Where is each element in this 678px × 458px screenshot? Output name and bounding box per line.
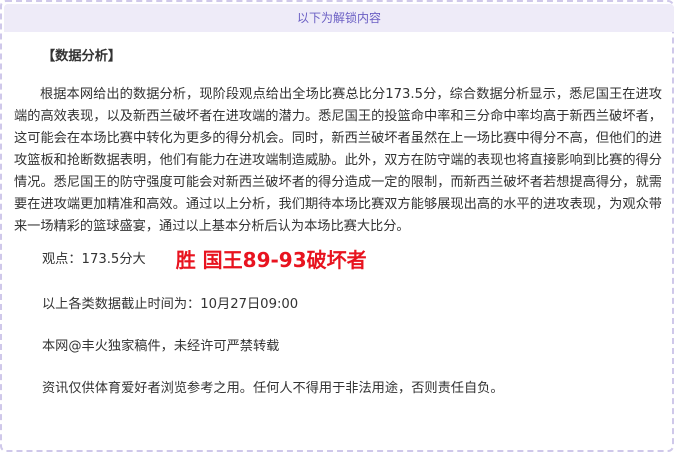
viewpoint-label: 观点：173.5分大 [42, 252, 146, 267]
disclaimer-text: 资讯仅供体育爱好者浏览参考之用。任何人不得用于非法用途，否则责任自负。 [42, 381, 504, 396]
section-title: 【数据分析】 [42, 49, 122, 64]
article-body: 【数据分析】 根据本网给出的数据分析，现阶段观点给出全场比赛总比分173.5分，… [14, 46, 662, 420]
analysis-paragraph: 根据本网给出的数据分析，现阶段观点给出全场比赛总比分173.5分，综合数据分析显… [14, 87, 662, 234]
data-cutoff-text: 以上各类数据截止时间为：10月27日09:00 [42, 297, 299, 312]
prediction-row: 观点：173.5分大 胜 国王89-93破坏者 [14, 248, 662, 272]
prediction-result: 胜 国王89-93破坏者 [175, 248, 367, 272]
copyright-notice: 本网@丰火独家稿件，未经许可严禁转载 [42, 339, 280, 354]
unlock-banner: 以下为解锁内容 [4, 4, 674, 32]
